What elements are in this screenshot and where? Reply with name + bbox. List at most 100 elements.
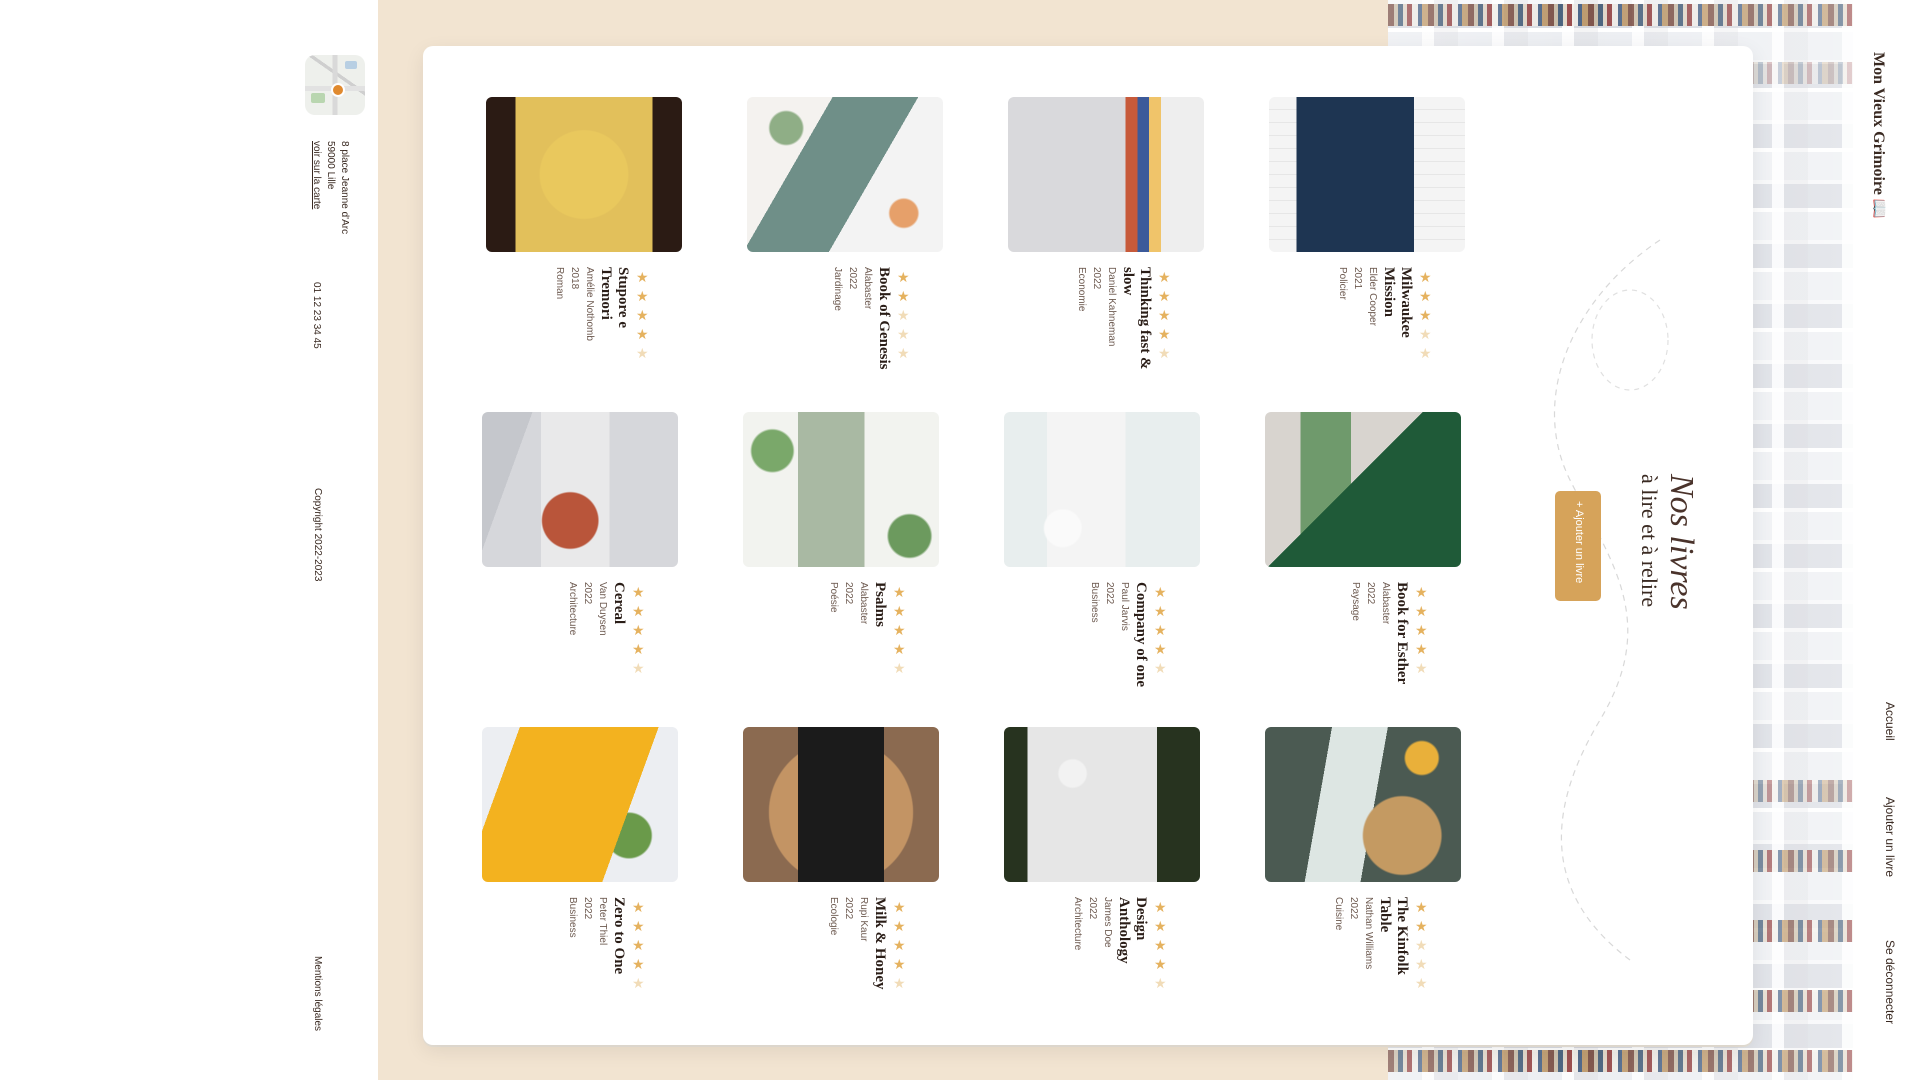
address-line1: 8 place Jeanne d'Arc (339, 141, 350, 235)
book-info: Cereal Van Duysen 2022 Architecture (565, 582, 627, 692)
star-icon: ★ (1415, 956, 1428, 972)
book-genre: Roman (554, 267, 565, 300)
book-cover-image[interactable] (747, 97, 943, 252)
star-icon: ★ (1154, 641, 1167, 657)
star-icon: ★ (1415, 660, 1428, 676)
book-title: Milwaukee Mission (1381, 267, 1414, 338)
star-icon: ★ (893, 956, 906, 972)
book-info: Thinking fast & slow Daniel Kahneman 2022 E… (1074, 267, 1153, 377)
book-info: Milwaukee Mission Elder Cooper 2021 Policie… (1335, 267, 1414, 377)
book-title: Book of Genesis (876, 267, 892, 370)
book-year: 2022 (843, 582, 854, 605)
book-year: 2022 (1091, 267, 1102, 290)
book-genre: Architecture (567, 582, 578, 636)
star-icon: ★ (893, 622, 906, 638)
book-genre: Jardinage (832, 267, 843, 311)
book-genre: Policier (1337, 267, 1348, 300)
star-icon: ★ (1419, 345, 1432, 361)
book-info: Zero to One Peter Thiel 2022 Business (565, 897, 627, 1007)
page-title: Nos livres (1663, 474, 1700, 610)
book-author: Elder Cooper (1367, 267, 1378, 326)
book-cover-image[interactable] (1265, 412, 1461, 567)
star-icon: ★ (893, 918, 906, 934)
book-title: Thinking fast & slow (1120, 267, 1153, 370)
rating-stars: ★ ★ ★ ★ ★ (1154, 899, 1167, 991)
star-icon: ★ (893, 603, 906, 619)
star-icon: ★ (1415, 603, 1428, 619)
book-cover-image[interactable] (743, 412, 939, 567)
star-icon: ★ (632, 956, 645, 972)
rating-stars: ★ ★ ★ ★ ★ (1419, 269, 1432, 361)
star-icon: ★ (1154, 899, 1167, 915)
book-year: 2022 (582, 897, 593, 920)
book-genre: Paysage (1350, 582, 1361, 621)
star-icon: ★ (632, 584, 645, 600)
copyright: Copyright 2022-2023 (312, 488, 323, 582)
star-icon: ★ (1415, 975, 1428, 991)
book-info: Psalms Alabaster 2022 Poésie (826, 582, 888, 692)
phone-number: 01 12 23 34 45 (311, 282, 322, 349)
book-year: 2022 (1104, 582, 1115, 605)
star-icon: ★ (632, 622, 645, 638)
book-cover-image[interactable] (1008, 97, 1204, 252)
book-year: 2018 (569, 267, 580, 290)
rating-stars: ★ ★ ★ ★ ★ (1158, 269, 1171, 361)
book-cover-image[interactable] (1004, 412, 1200, 567)
book-title: Psalms (872, 582, 888, 627)
star-icon: ★ (893, 937, 906, 953)
star-icon: ★ (1415, 918, 1428, 934)
star-icon: ★ (1419, 288, 1432, 304)
book-title: Stupore e Tremori (598, 267, 631, 328)
star-icon: ★ (897, 269, 910, 285)
star-icon: ★ (1419, 269, 1432, 285)
book-cover-image[interactable] (482, 412, 678, 567)
book-author: Amélie Nothomb (584, 267, 595, 341)
book-author: Van Duysen (597, 582, 608, 636)
site-logo[interactable]: Mon Vieux Grimoire 📖 (1869, 52, 1889, 219)
star-icon: ★ (1154, 603, 1167, 619)
book-year: 2022 (847, 267, 858, 290)
nav-add-book[interactable]: Ajouter un livre (1883, 797, 1897, 877)
map-pin-icon (331, 83, 345, 97)
star-icon: ★ (1419, 307, 1432, 323)
map-thumbnail[interactable] (305, 55, 365, 115)
book-title: Company of one (1133, 582, 1149, 688)
book-title: The Kinfolk Table (1377, 897, 1410, 975)
book-cover-image[interactable] (1265, 727, 1461, 882)
book-year: 2022 (582, 582, 593, 605)
footer-column: 8 place Jeanne d'Arc 59000 Lille voir su… (0, 0, 378, 1080)
book-info: Book for Esther Alabaster 2022 Paysage (1348, 582, 1410, 692)
nav-home[interactable]: Accueil (1883, 702, 1897, 741)
star-icon: ★ (1415, 899, 1428, 915)
book-genre: Economie (1076, 267, 1087, 312)
star-icon: ★ (1154, 937, 1167, 953)
book-genre: Ecologie (828, 897, 839, 936)
book-year: 2022 (1087, 897, 1098, 920)
book-cover-image[interactable] (1004, 727, 1200, 882)
book-author: Daniel Kahneman (1106, 267, 1117, 347)
star-icon: ★ (636, 307, 649, 323)
star-icon: ★ (893, 641, 906, 657)
book-cover-image[interactable] (486, 97, 682, 252)
star-icon: ★ (632, 660, 645, 676)
book-author: Paul Jarvis (1119, 582, 1130, 631)
star-icon: ★ (632, 899, 645, 915)
book-title: Cereal (611, 582, 627, 625)
book-author: Alabaster (1380, 582, 1391, 625)
address-line2: 59000 Lille (325, 141, 336, 190)
star-icon: ★ (1154, 918, 1167, 934)
star-icon: ★ (632, 937, 645, 953)
book-title: Book for Esther (1394, 582, 1410, 685)
nav-logout[interactable]: Se déconnecter (1883, 940, 1897, 1024)
map-link[interactable]: voir sur la carte (311, 141, 322, 209)
rating-stars: ★ ★ ★ ★ ★ (636, 269, 649, 361)
book-cover-image[interactable] (482, 727, 678, 882)
legal-link[interactable]: Mentions légales (310, 956, 324, 1031)
star-icon: ★ (632, 918, 645, 934)
book-cover-image[interactable] (1269, 97, 1465, 252)
book-cover-image[interactable] (743, 727, 939, 882)
book-author: Nathan Williams (1363, 897, 1374, 970)
star-icon: ★ (1415, 937, 1428, 953)
add-book-button[interactable]: + Ajouter un livre (1555, 491, 1601, 601)
book-title: Zero to One (611, 897, 627, 975)
